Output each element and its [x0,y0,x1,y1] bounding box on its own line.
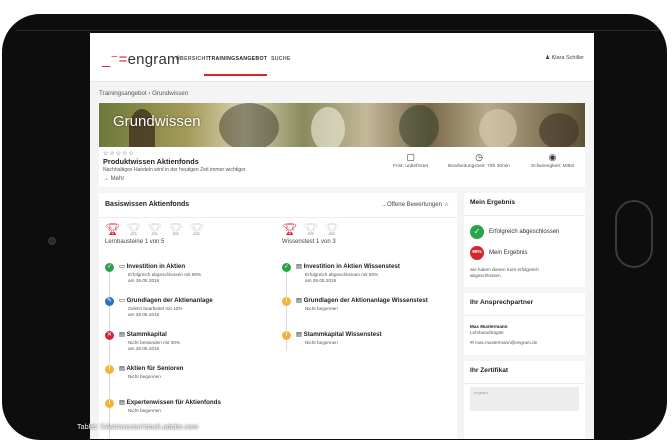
star-rating[interactable]: ☆☆☆☆☆ [103,150,135,157]
lern-item-title[interactable]: ▤ Expertenwissen für Aktienfonds [119,399,221,406]
lern-item-title[interactable]: ▭ Investition in Aktien [119,263,185,270]
lern-item-status: Erfolgreich abgeschlossen mit 80% am 26.0… [128,272,202,283]
certificate-card: Ihr Zertifikat engram [464,361,585,439]
contact-card: Ihr Ansprechpartner Max Mustermann Lehrb… [464,293,585,355]
camera-icon [48,237,56,245]
meta-deadline: ▢ Frist: unbefristet [393,152,429,169]
document-icon: ▤ [296,263,304,270]
exclamation-icon: ! [105,399,114,408]
nav-uebersicht[interactable]: ÜBERSICHT [176,56,209,62]
wissenstest-progress: Wissenstest 1 von 3 [282,239,336,245]
timeline-line [109,263,110,439]
contact-email-link[interactable]: ✉ max.mustermann@engram.de [470,340,537,346]
check-icon: ✓ [470,225,484,239]
open-reviews-link[interactable]: →Offene Bewertungen ☆ [381,201,449,208]
check-icon: ✓ [282,263,291,272]
trophy-icon: 🏆︎ [189,222,205,236]
exclamation-icon: ! [282,297,291,306]
lern-item-title[interactable]: ▭ Grundlagen der Aktienanlage [119,297,213,304]
lern-item-status: Nicht begonnen [128,408,161,413]
app-screen: _⁻=engram ÜBERSICHT TRAININGSANGEBOT SUC… [90,33,594,439]
course-title: Produktwissen Aktienfonds [103,157,199,166]
screen-icon: ▭ [119,297,127,304]
module-card: Basiswissen Aktienfonds →Offene Bewertun… [99,193,457,439]
certificate-title: Ihr Zertifikat [470,367,509,374]
nav-suche[interactable]: SUCHE [271,56,291,62]
lern-item-status: Nicht bestanden mit 30% am 28.05.2016 [128,340,181,351]
pencil-icon: ✎ [105,297,114,306]
document-icon: ▤ [119,399,127,406]
target-icon: ◉ [548,152,557,162]
more-link[interactable]: → Mehr [103,176,124,182]
home-button[interactable] [615,200,653,268]
result-note: Sie haben diesen Kurs erfolgreich abgesch… [470,267,539,278]
lern-item-title[interactable]: ▤ Stammkapital [119,331,167,338]
check-icon: ✓ [105,263,114,272]
test-item-status: Erfolgreich abgeschlossen mit 80% am 26.0… [305,272,379,283]
result-title: Mein Ergebnis [470,199,516,206]
logo-mark-icon: _⁻= [102,51,128,68]
breadcrumb[interactable]: Trainingsangebot › Grundwissen [99,90,188,97]
hero-title: Grundwissen [113,113,201,130]
result-status: Erfolgreich abgeschlossen [489,229,560,235]
certificate-preview[interactable]: engram [470,387,579,411]
lernbausteine-progress: Lernbausteine 1 von 5 [105,239,165,245]
trophy-icon: 🏆︎ [303,222,319,236]
user-menu[interactable]: ♟ Klara Schiller [545,55,584,61]
test-item-title[interactable]: ▤ Investition in Aktien Wissenstest [296,263,400,270]
contact-title: Ihr Ansprechpartner [470,299,534,306]
test-item-title[interactable]: ▤ Stammkapital Wissenstest [296,331,382,338]
meta-difficulty: ◉ Schwierigkeit: Mittel [531,152,575,169]
document-icon: ▤ [119,331,127,338]
engram-logo[interactable]: _⁻=engram [102,50,180,68]
result-percent-badge: 98% [470,246,484,260]
exclamation-icon: ! [105,365,114,374]
nav-trainingsangebot[interactable]: TRAININGSANGEBOT [208,56,267,62]
result-label: Mein Ergebnis [489,250,528,256]
course-subtitle: Nachhaltiges Handeln wird in der heutige… [103,167,247,173]
test-item-title[interactable]: ▤ Grundlagen der Aktionanlage Wissenstes… [296,297,428,304]
course-hero-image: Grundwissen [99,103,585,147]
image-credit: Tablet: ©Astrovector/stock.adobe.com [77,422,199,431]
contact-role: Lehrbeauftragter [470,330,504,335]
document-icon: ▤ [296,331,304,338]
test-item-status: Nicht begonnen [305,340,338,345]
trophy-icon: 🏆︎ [168,222,184,236]
top-navigation: _⁻=engram ÜBERSICHT TRAININGSANGEBOT SUC… [90,33,594,82]
lern-item-status: Zuletzt bearbeitet mit 10% am 28.05.2016 [128,306,183,317]
test-item-status: Nicht begonnen [305,306,338,311]
lern-item-title[interactable]: ▤ Aktien für Senioren [119,365,183,372]
lern-item-status: Nicht begonnen [128,374,161,379]
module-title: Basiswissen Aktienfonds [105,201,190,208]
trophy-icon: 🏆︎ [282,222,298,236]
meta-duration: ◷ Bearbeitungszeit: 78h 30min [448,152,510,169]
course-info-bar: ☆☆☆☆☆ Produktwissen Aktienfonds Nachhalt… [99,147,585,187]
result-card: Mein Ergebnis ✓ Erfolgreich abgeschlosse… [464,193,585,287]
trophy-icon: 🏆︎ [105,222,121,236]
calendar-icon: ▢ [406,152,415,162]
trophy-icon: 🏆︎ [147,222,163,236]
certificate-logo: engram [474,390,488,395]
clock-icon: ◷ [475,152,483,162]
bezel-highlight [16,30,661,31]
document-icon: ▤ [296,297,304,304]
arrow-right-icon: → [103,176,109,182]
trophy-icon: 🏆︎ [126,222,142,236]
trophy-icon: 🏆︎ [324,222,340,236]
exclamation-icon: ! [282,331,291,340]
cross-icon: ✕ [105,331,114,340]
active-tab-indicator [204,74,267,76]
screen-icon: ▭ [119,263,127,270]
